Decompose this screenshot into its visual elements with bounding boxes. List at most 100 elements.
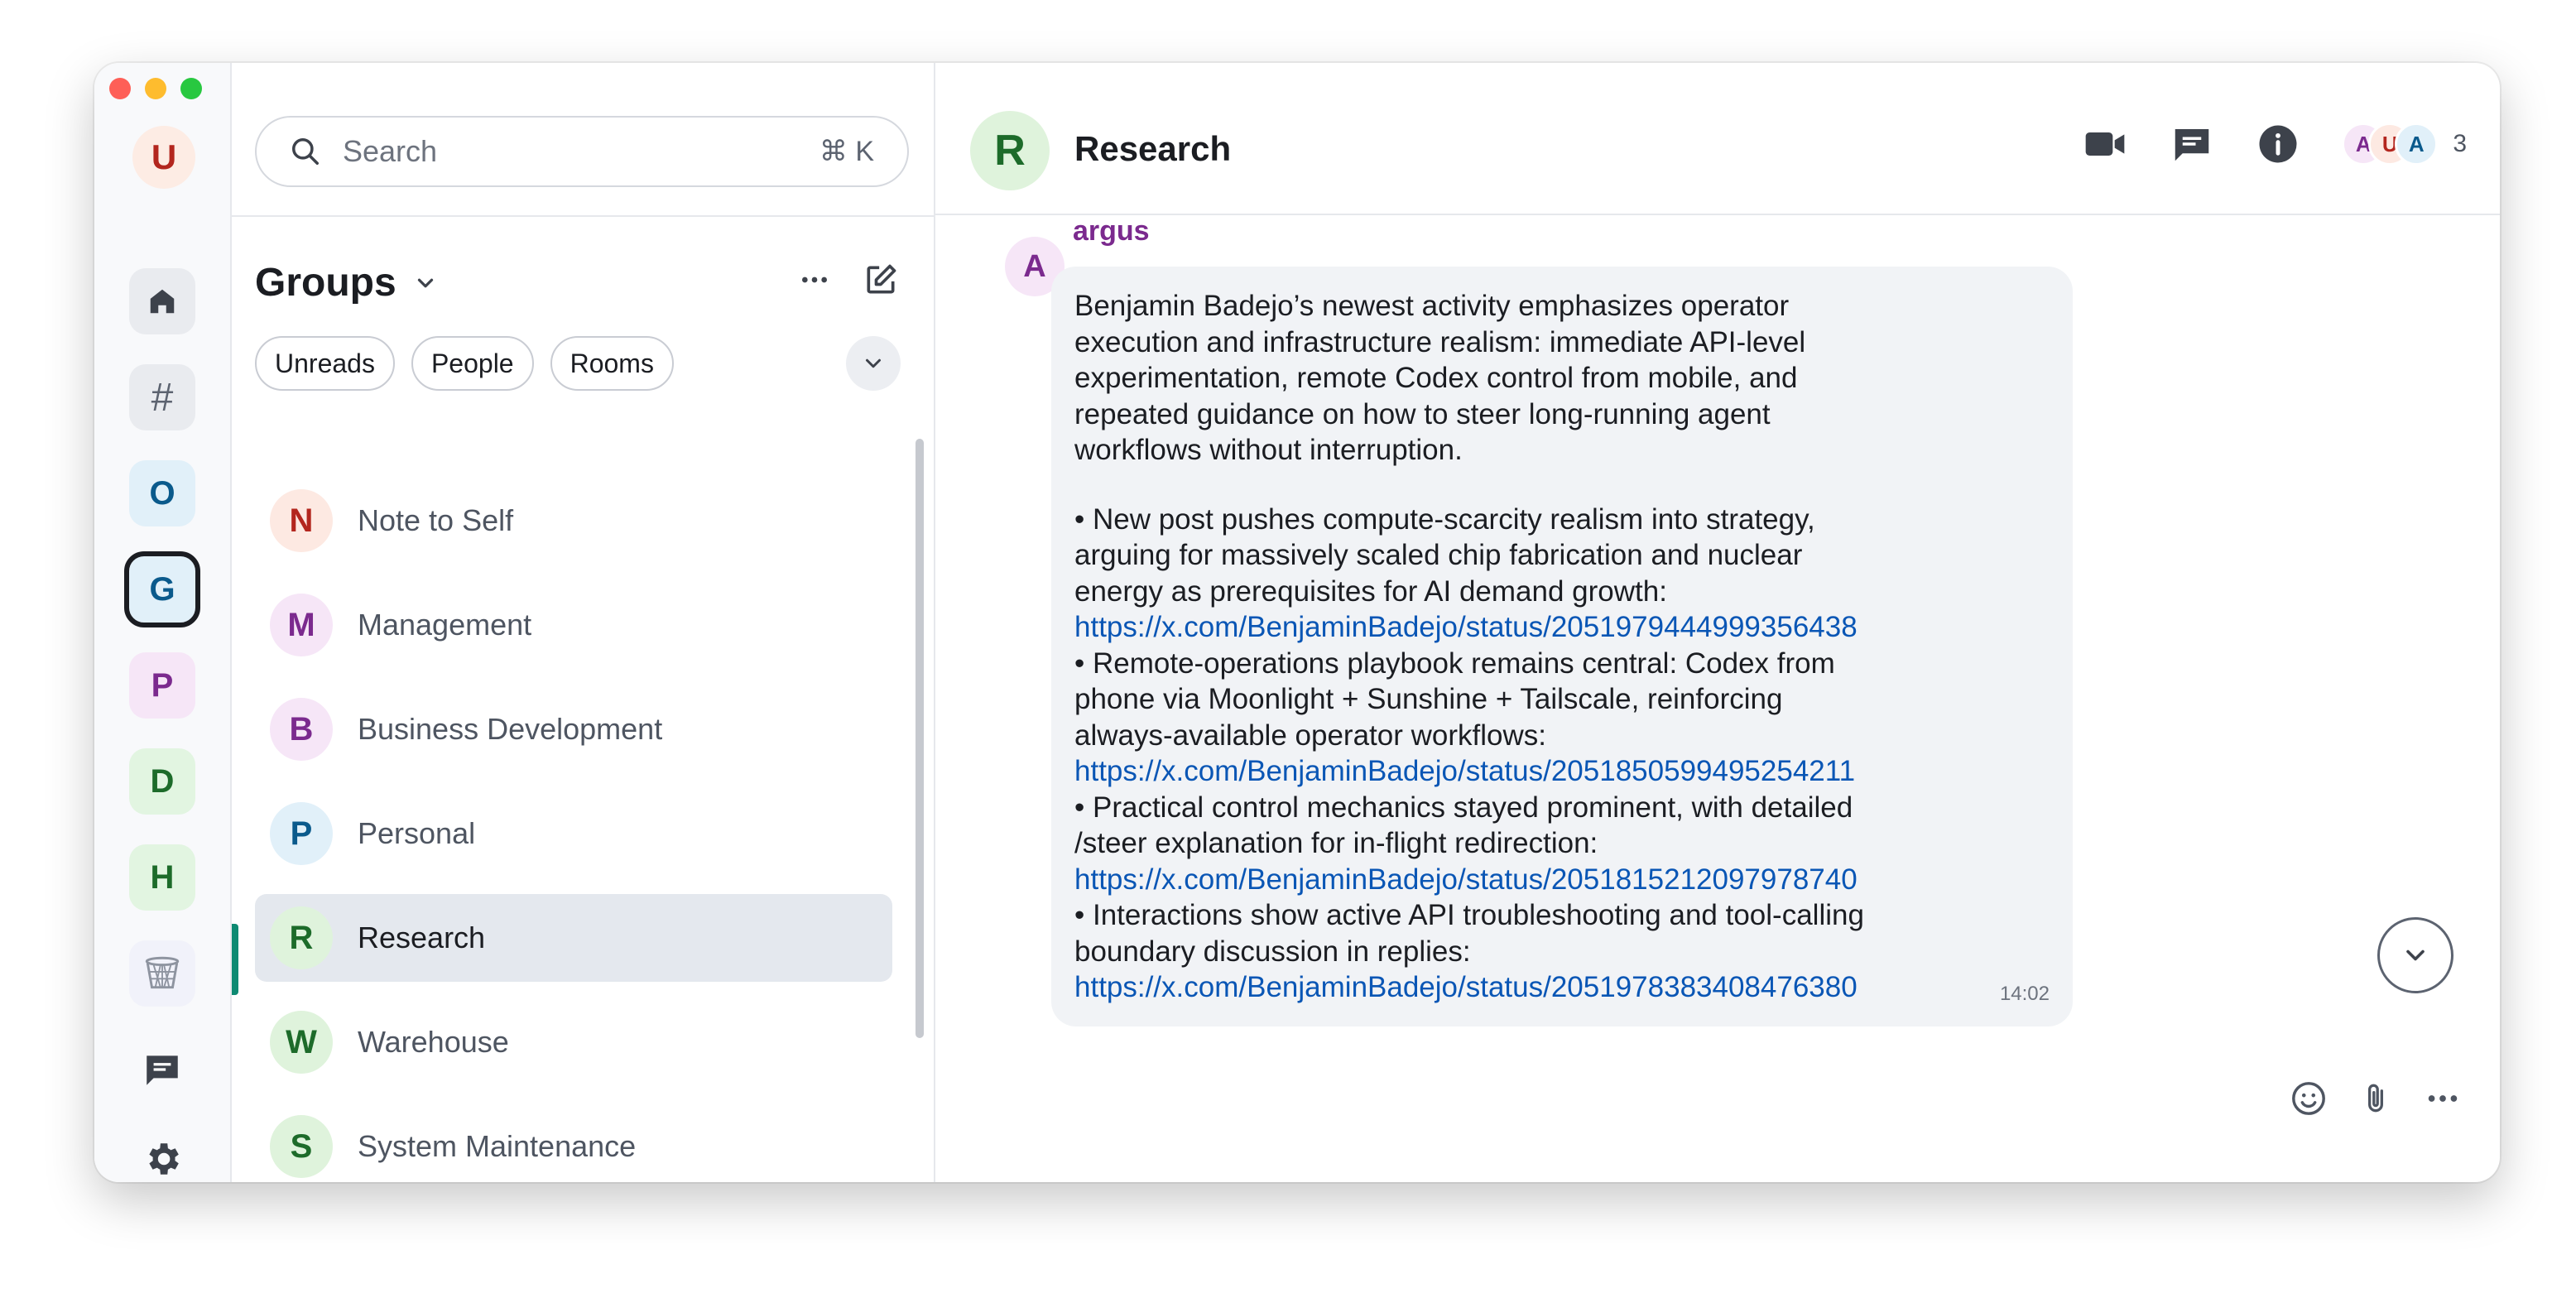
space-p[interactable]: P bbox=[129, 652, 195, 719]
basket-icon bbox=[145, 956, 180, 989]
filter-unreads[interactable]: Unreads bbox=[255, 336, 395, 391]
more-options-icon[interactable] bbox=[798, 263, 831, 296]
room-avatar: B bbox=[270, 698, 333, 761]
home-button[interactable] bbox=[129, 268, 195, 334]
room-name: Business Development bbox=[358, 712, 663, 746]
space-rail: U # O G P D H bbox=[94, 63, 232, 1182]
room-avatar: M bbox=[270, 594, 333, 656]
space-o[interactable]: O bbox=[129, 460, 195, 526]
message-text-line: workflows without interruption. bbox=[1074, 434, 1463, 466]
compose-icon[interactable] bbox=[863, 262, 899, 298]
search-icon bbox=[292, 138, 319, 165]
room-header-actions: A U A 3 bbox=[2082, 121, 2467, 167]
message-text-line: Benjamin Badejo’s newest activity emphas… bbox=[1074, 290, 1790, 322]
settings-button[interactable] bbox=[129, 1126, 195, 1182]
home-icon bbox=[150, 289, 175, 314]
jump-to-latest-button[interactable] bbox=[2377, 917, 2453, 993]
user-avatar[interactable]: U bbox=[132, 126, 195, 189]
filter-people[interactable]: People bbox=[411, 336, 534, 391]
search-shortcut: ⌘ K bbox=[819, 136, 874, 167]
room-name: System Maintenance bbox=[358, 1129, 637, 1163]
room-name: Personal bbox=[358, 816, 476, 850]
room-management[interactable]: M Management bbox=[255, 581, 892, 669]
window-controls bbox=[109, 78, 202, 99]
member-count: 3 bbox=[2453, 130, 2467, 157]
attachment-icon[interactable] bbox=[2357, 1080, 2394, 1117]
filter-chips: Unreads People Rooms bbox=[255, 336, 674, 391]
room-warehouse[interactable]: W Warehouse bbox=[255, 998, 892, 1086]
chevron-down-icon bbox=[2406, 949, 2425, 961]
search-placeholder: Search bbox=[343, 134, 438, 168]
message-text-line: always-available operator workflows: bbox=[1074, 719, 1546, 752]
room-avatar: W bbox=[270, 1011, 333, 1074]
room-header: R Research A U A 3 bbox=[935, 63, 2500, 215]
room-personal[interactable]: P Personal bbox=[255, 790, 892, 877]
sidebar-divider bbox=[232, 215, 934, 217]
app-window: U # O G P D H Search ⌘ K Groups Unreads … bbox=[94, 63, 2500, 1182]
zoom-window-button[interactable] bbox=[180, 78, 202, 99]
threads-icon[interactable] bbox=[2170, 122, 2214, 166]
message-text-line: boundary discussion in replies: bbox=[1074, 935, 1471, 968]
room-members[interactable]: A U A 3 bbox=[2342, 123, 2467, 166]
filter-rooms[interactable]: Rooms bbox=[550, 336, 674, 391]
room-header-avatar[interactable]: R bbox=[970, 111, 1050, 190]
message-text-line: • Interactions show active API troublesh… bbox=[1074, 899, 1864, 931]
space-g-active[interactable]: G bbox=[124, 551, 200, 627]
room-name: Note to Self bbox=[358, 503, 514, 537]
message-text-line: • New post pushes compute-scarcity reali… bbox=[1074, 502, 1815, 536]
room-avatar: P bbox=[270, 802, 333, 865]
room-note-to-self[interactable]: N Note to Self bbox=[255, 477, 892, 565]
room-system-maintenance[interactable]: S System Maintenance bbox=[255, 1103, 892, 1182]
room-list: N Note to Self M Management B Business D… bbox=[255, 477, 892, 1182]
room-avatar: R bbox=[270, 906, 333, 969]
chevron-down-icon bbox=[417, 278, 433, 287]
message-text-line: phone via Moonlight + Sunshine + Tailsca… bbox=[1074, 683, 1783, 715]
room-title[interactable]: Research bbox=[1074, 129, 1231, 169]
space-d[interactable]: D bbox=[129, 748, 195, 815]
filters-expand-button[interactable] bbox=[846, 336, 901, 391]
room-name: Warehouse bbox=[358, 1025, 509, 1059]
space-basket[interactable] bbox=[129, 940, 195, 1007]
groups-dropdown[interactable]: Groups bbox=[255, 260, 438, 305]
search-input[interactable]: Search ⌘ K bbox=[255, 116, 909, 187]
member-avatar: A bbox=[2395, 123, 2439, 166]
room-avatar: S bbox=[270, 1115, 333, 1178]
room-list-scrollbar[interactable] bbox=[916, 439, 924, 1038]
room-research[interactable]: R Research bbox=[255, 894, 892, 982]
message-text-line: energy as prerequisites for AI demand gr… bbox=[1074, 574, 1667, 608]
message-sender[interactable]: argus bbox=[1073, 215, 1150, 248]
groups-title: Groups bbox=[255, 261, 396, 305]
message-bubble: Benjamin Badejo’s newest activity emphas… bbox=[1051, 267, 2073, 1026]
message-timestamp: 14:02 bbox=[1999, 982, 2050, 1005]
space-hash[interactable]: # bbox=[129, 364, 195, 430]
video-call-icon[interactable] bbox=[2082, 121, 2128, 167]
message-text-line: experimentation, remote Codex control fr… bbox=[1074, 362, 1798, 394]
message-text-line: arguing for massively scaled chip fabric… bbox=[1074, 539, 1803, 571]
selected-room-indicator bbox=[232, 924, 238, 995]
room-view: R Research A U A 3 argus A Benjamin Bade… bbox=[935, 63, 2500, 1182]
status-link[interactable]: https://x.com/BenjaminBadejo/status/2051… bbox=[1074, 863, 1858, 896]
gear-icon bbox=[149, 1143, 179, 1175]
message-text-line: repeated guidance on how to steer long-r… bbox=[1074, 397, 1771, 430]
close-window-button[interactable] bbox=[109, 78, 131, 99]
room-list-sidebar: Search ⌘ K Groups Unreads People Rooms N… bbox=[232, 63, 935, 1182]
message-text-line: execution and infrastructure realism: im… bbox=[1074, 325, 1806, 358]
more-options-icon[interactable] bbox=[2424, 1079, 2462, 1118]
groups-actions bbox=[798, 262, 899, 298]
space-h[interactable]: H bbox=[129, 844, 195, 911]
room-business-development[interactable]: B Business Development bbox=[255, 685, 892, 773]
room-avatar: N bbox=[270, 489, 333, 552]
status-link[interactable]: https://x.com/BenjaminBadejo/status/2051… bbox=[1074, 611, 1858, 643]
chevron-down-icon bbox=[866, 358, 881, 368]
status-link[interactable]: https://x.com/BenjaminBadejo/status/2051… bbox=[1074, 755, 1855, 787]
emoji-icon[interactable] bbox=[2290, 1079, 2328, 1118]
room-name: Research bbox=[358, 921, 486, 954]
message-text-line: • Practical control mechanics stayed pro… bbox=[1074, 791, 1853, 824]
messages-button[interactable] bbox=[129, 1036, 195, 1103]
status-link[interactable]: https://x.com/BenjaminBadejo/status/2051… bbox=[1074, 971, 1858, 1003]
minimize-window-button[interactable] bbox=[145, 78, 166, 99]
info-icon[interactable] bbox=[2256, 122, 2300, 166]
message-text-line: /steer explanation for in-flight redirec… bbox=[1074, 827, 1598, 859]
message-text-line: • Remote-operations playbook remains cen… bbox=[1074, 647, 1835, 680]
